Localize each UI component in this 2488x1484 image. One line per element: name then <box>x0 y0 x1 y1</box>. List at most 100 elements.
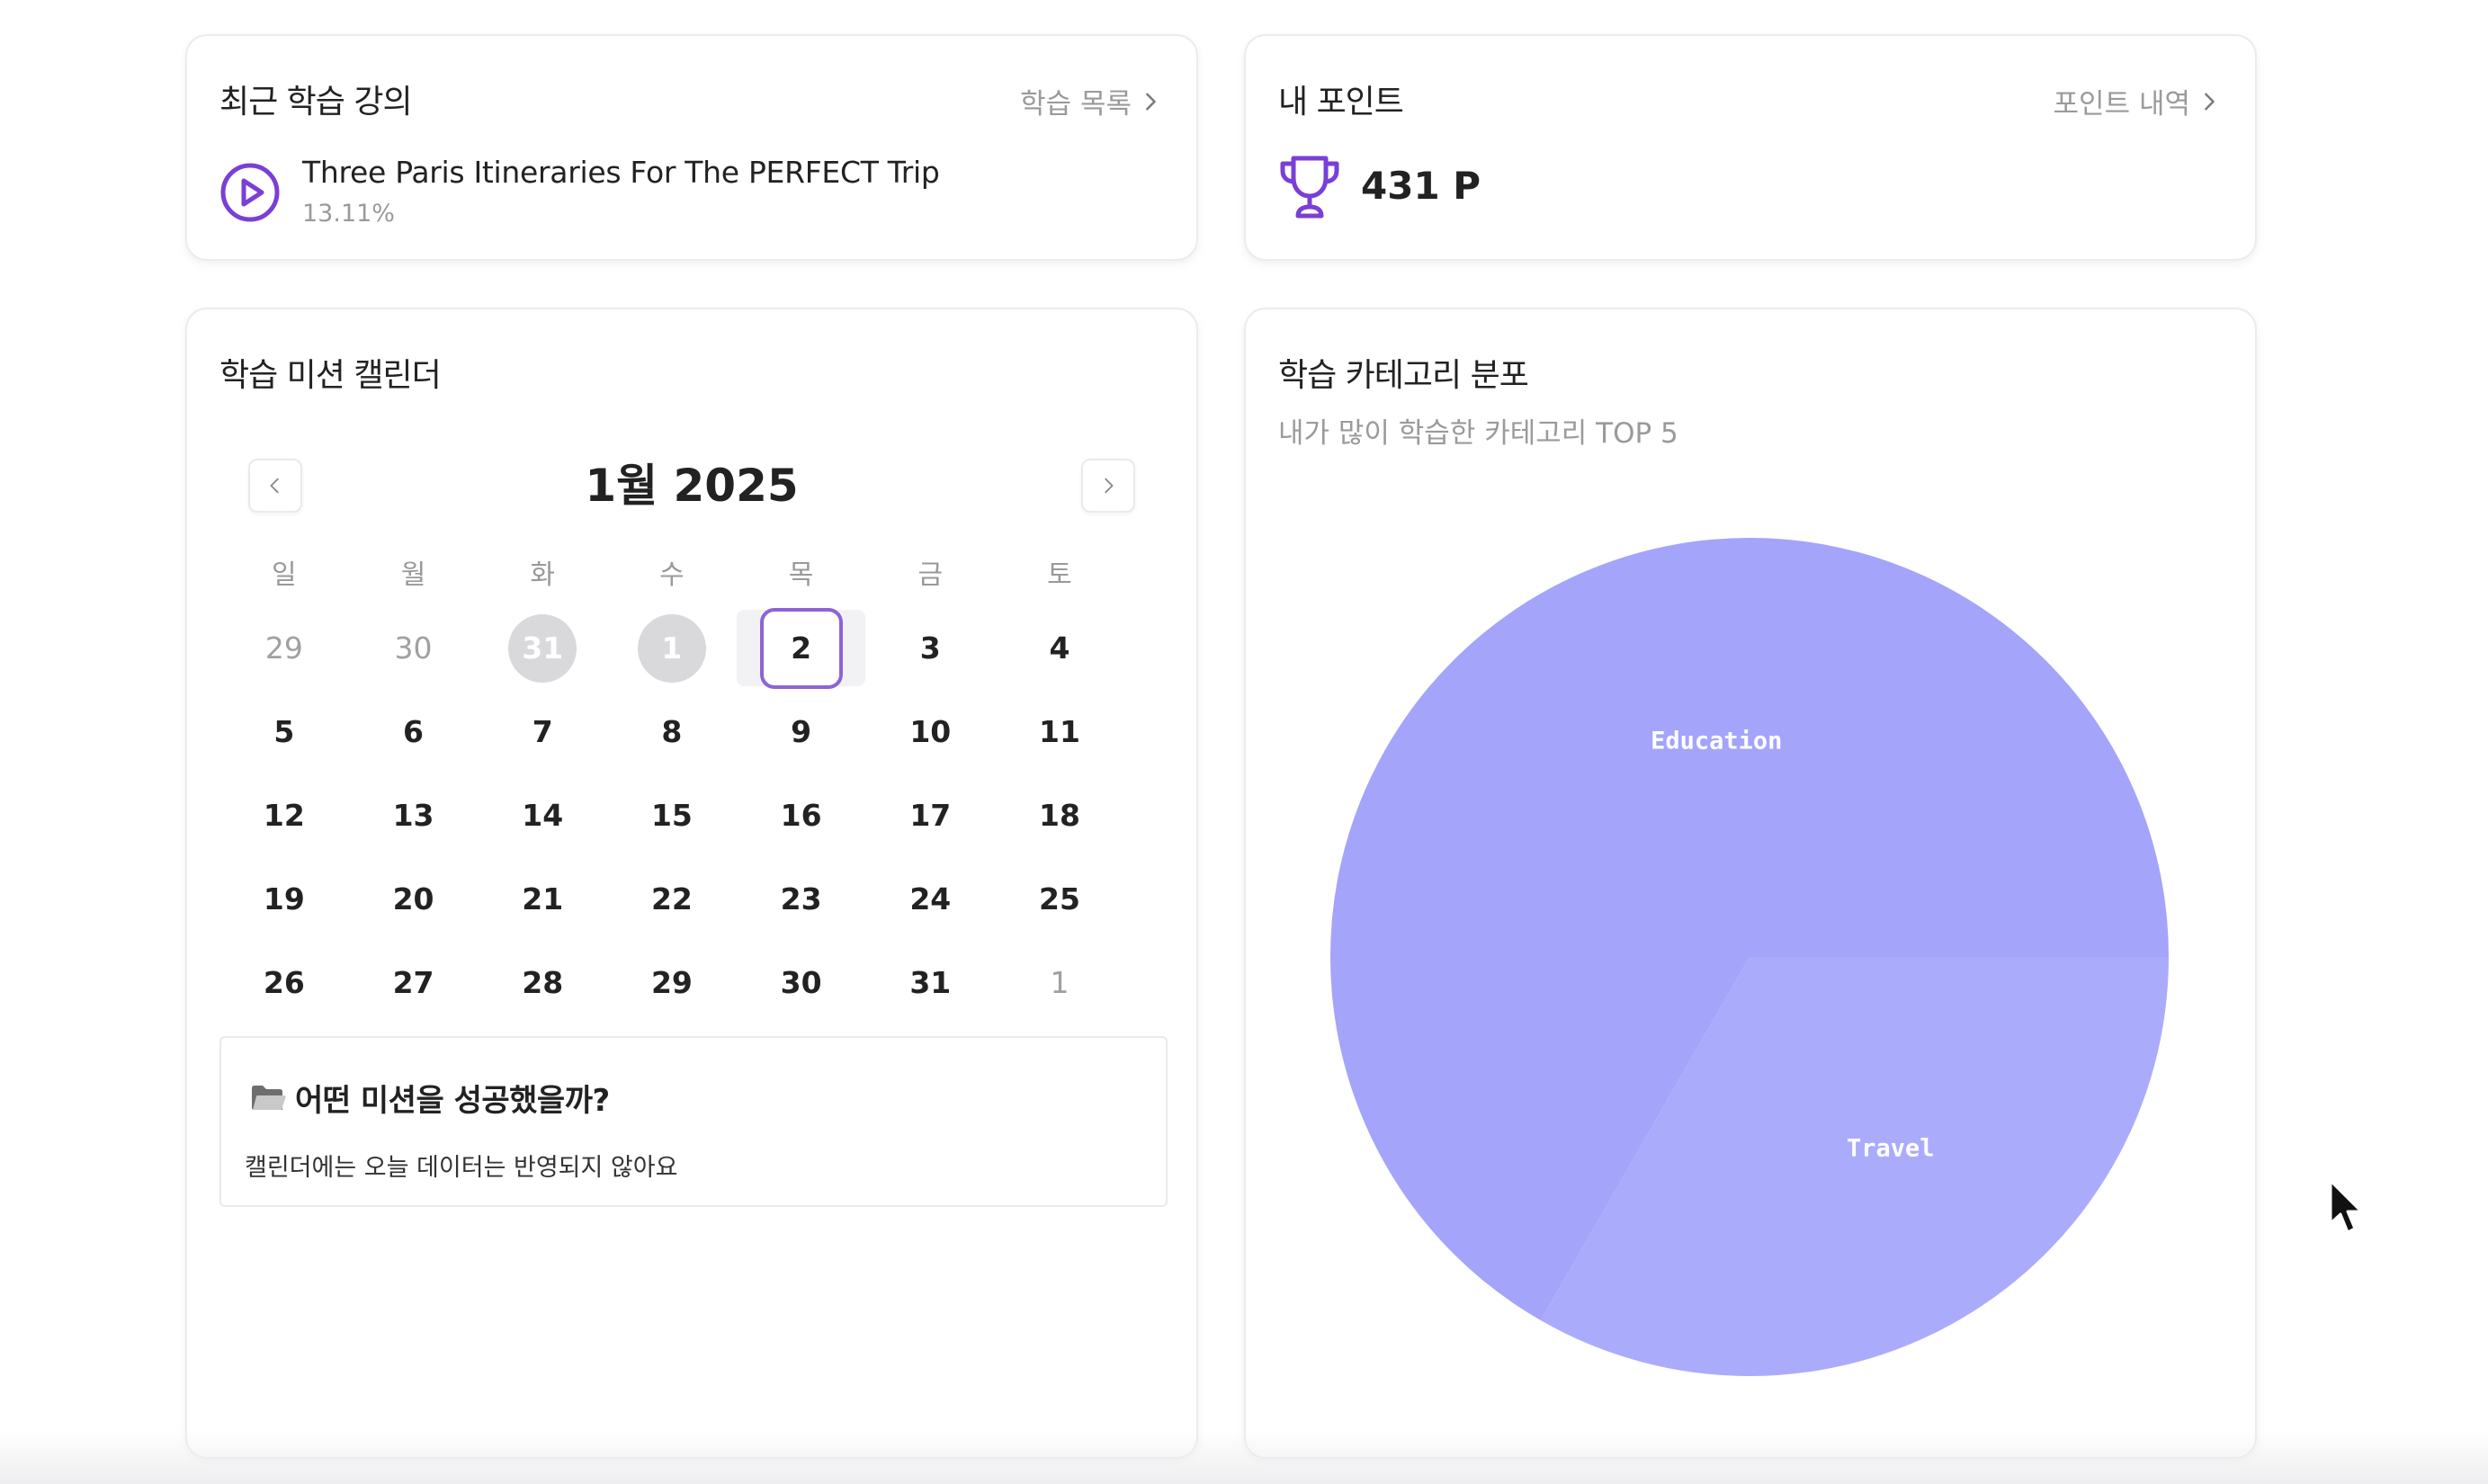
weekday-label: 수 <box>659 559 685 591</box>
mission-info-box: 어떤 미션을 성공했을까? 캘린더에는 오늘 데이터는 반영되지 않아요 <box>219 1036 1168 1207</box>
calendar-day[interactable]: 3 <box>865 606 995 690</box>
calendar-day-number: 11 <box>1039 714 1080 749</box>
chevron-right-icon <box>1146 93 1156 110</box>
calendar-day[interactable]: 19 <box>219 857 349 941</box>
mouse-cursor-icon <box>2329 1179 2363 1234</box>
weekday-label: 화 <box>530 559 556 591</box>
calendar-day-number: 3 <box>919 630 941 666</box>
calendar-day-number: 15 <box>650 798 693 833</box>
calendar-day-number: 27 <box>392 965 434 1000</box>
calendar-day[interactable]: 31 <box>478 606 607 690</box>
calendar-day[interactable]: 1 <box>995 941 1124 1024</box>
calendar-day[interactable]: 25 <box>995 857 1124 941</box>
calendar-day-number: 12 <box>263 798 305 833</box>
weekday-label: 금 <box>917 559 944 591</box>
recent-course-name[interactable]: Three Paris Itineraries For The PERFECT … <box>302 155 940 190</box>
calendar-day-number: 13 <box>392 798 434 833</box>
calendar-month-label: 1월 2025 <box>585 460 799 512</box>
calendar-week-row: 29 30 31 1 2 3 4 <box>219 606 1168 690</box>
calendar-day-number: 24 <box>909 881 952 916</box>
mission-calendar-card: 학습 미션 캘린더 1월 2025 일월화수목금토 29 30 31 1 2 3 4 5 6 7 8… <box>185 308 1198 1459</box>
points-card: 내 포인트 포인트 내역 431 P <box>1244 34 2257 261</box>
calendar-day[interactable]: 5 <box>219 690 349 773</box>
calendar-day[interactable]: 4 <box>995 606 1124 690</box>
calendar-day[interactable]: 10 <box>865 690 995 773</box>
calendar-day-number: 19 <box>263 881 305 916</box>
recent-course-title: 최근 학습 강의 <box>219 84 413 121</box>
calendar-day[interactable]: 17 <box>865 773 995 857</box>
calendar-day[interactable]: 15 <box>607 773 737 857</box>
calendar-day-number: 17 <box>909 798 952 833</box>
calendar-day[interactable]: 26 <box>219 941 349 1024</box>
recent-course-progress: 13.11% <box>302 200 395 228</box>
pie-label-education: Education <box>1651 727 1782 755</box>
calendar-day[interactable]: 20 <box>349 857 479 941</box>
calendar-day[interactable]: 12 <box>219 773 349 857</box>
calendar-day-number: 16 <box>780 798 822 833</box>
calendar-day[interactable]: 9 <box>737 690 866 773</box>
course-list-link[interactable]: 학습 목록 <box>1020 81 1160 121</box>
calendar-day-number: 22 <box>650 881 693 916</box>
calendar-day-number: 5 <box>273 714 295 749</box>
chevron-right-icon <box>2205 93 2215 110</box>
weekday-label: 토 <box>1047 559 1072 591</box>
calendar-day[interactable]: 21 <box>478 857 607 941</box>
calendar-day[interactable]: 14 <box>478 773 607 857</box>
category-pie-chart: Travel Education <box>1330 538 2169 1376</box>
calendar-day[interactable]: 29 <box>607 941 737 1024</box>
calendar-day-today[interactable]: 2 <box>736 606 866 690</box>
pie-label-travel: Travel <box>1847 1135 1935 1163</box>
bottom-fade <box>0 1430 2488 1484</box>
calendar-day[interactable]: 30 <box>349 606 479 690</box>
weekday-label: 목 <box>788 559 814 591</box>
points-history-link[interactable]: 포인트 내역 <box>2054 81 2219 121</box>
calendar-day[interactable]: 1 <box>607 606 737 690</box>
calendar-day[interactable]: 11 <box>995 690 1124 773</box>
calendar-day-number: 1 <box>637 613 706 683</box>
calendar-day[interactable]: 13 <box>349 773 479 857</box>
calendar-grid: 29 30 31 1 2 3 4 5 6 7 8 9 10 11 12 13 14 15 16 17 18 19 20 21 2… <box>219 606 1168 1024</box>
calendar-week-row: 19 20 21 22 23 24 25 <box>219 857 1168 941</box>
calendar-day-number: 26 <box>263 965 305 1000</box>
calendar-day[interactable]: 7 <box>478 690 607 773</box>
calendar-weekday-header: 일월화수목금토 <box>219 552 1168 592</box>
calendar-day[interactable]: 30 <box>737 941 866 1024</box>
points-title: 내 포인트 <box>1278 84 1404 121</box>
calendar-day-number: 10 <box>909 714 952 749</box>
next-month-button[interactable] <box>1081 459 1135 513</box>
calendar-day-number: 30 <box>780 965 822 1000</box>
calendar-day[interactable]: 27 <box>349 941 479 1024</box>
calendar-day[interactable]: 22 <box>607 857 737 941</box>
calendar-day[interactable]: 29 <box>219 606 349 690</box>
calendar-day-number: 25 <box>1039 881 1080 916</box>
chevron-right-icon <box>1105 478 1114 494</box>
mission-title: 어떤 미션을 성공했을까? <box>295 1083 610 1119</box>
calendar-day-number: 20 <box>392 881 434 916</box>
recent-course-card: 최근 학습 강의 학습 목록 Three Paris Itineraries F… <box>185 34 1198 261</box>
calendar-day[interactable]: 8 <box>607 690 737 773</box>
calendar-day[interactable]: 24 <box>865 857 995 941</box>
mission-description: 캘린더에는 오늘 데이터는 반영되지 않아요 <box>245 1154 678 1182</box>
calendar-day[interactable]: 23 <box>737 857 866 941</box>
calendar-day[interactable]: 18 <box>995 773 1124 857</box>
points-history-link-label: 포인트 내역 <box>2053 88 2190 121</box>
calendar-day-number: 31 <box>909 965 952 1000</box>
calendar-day[interactable]: 6 <box>349 690 479 773</box>
calendar-day[interactable]: 28 <box>478 941 607 1024</box>
calendar-day-number: 7 <box>532 714 553 749</box>
course-list-link-label: 학습 목록 <box>1020 88 1132 121</box>
trophy-icon <box>1280 156 1339 219</box>
calendar-day-number: 18 <box>1039 798 1080 833</box>
weekday-label: 월 <box>400 559 426 591</box>
weekday-label: 일 <box>272 559 297 591</box>
calendar-day-number: 31 <box>508 613 577 683</box>
calendar-day-number: 29 <box>650 965 693 1000</box>
category-title: 학습 카테고리 분포 <box>1278 357 1529 394</box>
calendar-day-number: 9 <box>791 714 812 749</box>
calendar-day-number: 1 <box>1050 965 1069 1000</box>
play-circle-icon[interactable] <box>219 162 281 223</box>
calendar-day[interactable]: 31 <box>865 941 995 1024</box>
calendar-day[interactable]: 16 <box>737 773 866 857</box>
calendar-week-row: 12 13 14 15 16 17 18 <box>219 773 1168 857</box>
open-folder-icon <box>252 1085 286 1110</box>
